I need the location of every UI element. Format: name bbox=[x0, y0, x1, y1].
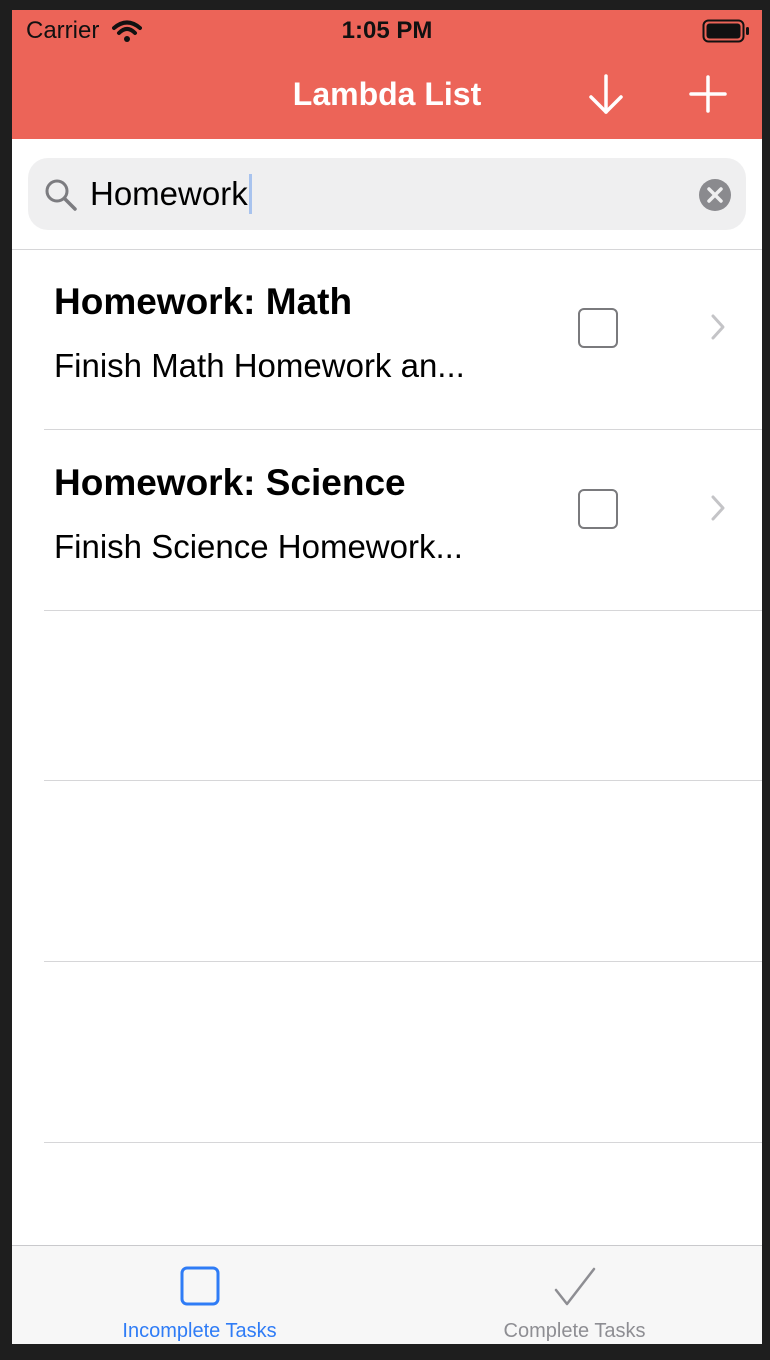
plus-icon bbox=[689, 75, 727, 113]
arrow-down-icon bbox=[589, 74, 623, 114]
checkmark-icon bbox=[554, 1267, 596, 1306]
add-task-button[interactable] bbox=[688, 72, 728, 121]
search-bar: Homework bbox=[12, 139, 762, 250]
row-divider bbox=[44, 1142, 762, 1143]
navigation-header: Carrier 1:05 PM Lambda List bbox=[12, 10, 762, 139]
clear-circle-icon[interactable] bbox=[698, 178, 732, 212]
square-icon bbox=[180, 1266, 220, 1306]
clock-label: 1:05 PM bbox=[341, 17, 433, 44]
tab-label: Incomplete Tasks bbox=[122, 1320, 277, 1342]
task-title: Homework: Science bbox=[54, 462, 406, 503]
empty-row bbox=[12, 781, 762, 962]
tab-bar: Incomplete Tasks Complete Tasks bbox=[12, 1245, 762, 1344]
search-input[interactable]: Homework bbox=[28, 158, 746, 230]
tab-label: Complete Tasks bbox=[503, 1320, 646, 1342]
page-title: Lambda List bbox=[292, 76, 482, 112]
empty-row bbox=[12, 962, 762, 1143]
task-row[interactable]: Homework: Science Finish Science Homewor… bbox=[12, 431, 762, 611]
task-complete-checkbox[interactable] bbox=[578, 489, 618, 529]
battery-icon bbox=[702, 19, 749, 43]
text-caret bbox=[248, 174, 252, 214]
chevron-right-icon bbox=[711, 314, 725, 340]
magnifier-icon bbox=[45, 179, 77, 211]
status-bar: Carrier 1:05 PM bbox=[12, 10, 762, 54]
search-input-value[interactable]: Homework bbox=[90, 174, 252, 214]
tab-complete-tasks[interactable]: Complete Tasks bbox=[387, 1246, 762, 1344]
empty-row bbox=[12, 600, 762, 781]
chevron-right-icon bbox=[711, 495, 725, 521]
tab-incomplete-tasks[interactable]: Incomplete Tasks bbox=[12, 1246, 387, 1344]
task-complete-checkbox[interactable] bbox=[578, 308, 618, 348]
sort-button[interactable] bbox=[586, 72, 626, 121]
task-subtitle: Finish Math Homework an... bbox=[54, 347, 465, 384]
app-screen: Carrier 1:05 PM Lambda List Homework Hom… bbox=[12, 10, 762, 1344]
task-subtitle: Finish Science Homework... bbox=[54, 528, 463, 565]
task-row[interactable]: Homework: Math Finish Math Homework an..… bbox=[12, 250, 762, 430]
task-title: Homework: Math bbox=[54, 281, 353, 322]
row-divider bbox=[44, 429, 762, 430]
